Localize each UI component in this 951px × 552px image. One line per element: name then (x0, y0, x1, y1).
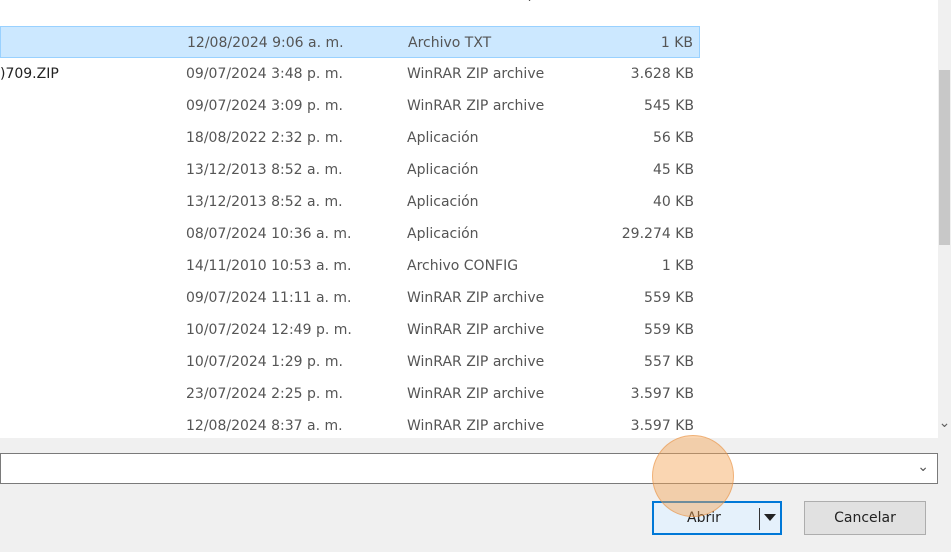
file-row[interactable]: 10/07/2024 12:49 p. m. WinRAR ZIP archiv… (0, 314, 700, 346)
scroll-down-icon[interactable]: ⌄ (938, 412, 951, 434)
file-row[interactable]: 09/07/2024 11:11 a. m. WinRAR ZIP archiv… (0, 282, 700, 314)
size-cell: 1.366 KB (631, 0, 694, 10)
size-cell: 545 KB (644, 98, 694, 114)
type-cell: Archivo CONFIG (407, 258, 519, 274)
click-highlight (652, 435, 734, 517)
split-divider (759, 508, 760, 530)
date-cell: 10/07/2024 12:49 p. m. (186, 322, 352, 338)
type-cell: WinRAR ZIP archive (407, 418, 545, 434)
name-cell: )709.ZIP (0, 66, 59, 82)
file-type-select[interactable]: ⌄ (0, 453, 938, 484)
file-row[interactable]: 08/07/2024 10:36 a. m. Aplicación 29.274… (0, 218, 700, 250)
type-cell: Aplicación (407, 226, 479, 242)
size-cell: 3.597 KB (630, 418, 694, 434)
file-row-partial[interactable]: 21/01/2011 12:12 a. m. Extensión de la a… (0, 0, 700, 10)
date-cell: 10/07/2024 1:29 p. m. (186, 354, 343, 370)
type-cell: WinRAR ZIP archive (407, 354, 545, 370)
type-cell: Aplicación (407, 194, 479, 210)
size-cell: 45 KB (652, 162, 694, 178)
size-cell: 3.597 KB (630, 386, 694, 402)
vertical-scrollbar[interactable]: ⌄ (938, 0, 951, 438)
size-cell: 3.628 KB (630, 66, 694, 82)
date-cell: 09/07/2024 3:09 p. m. (186, 98, 343, 114)
date-cell: 23/07/2024 2:25 p. m. (186, 386, 343, 402)
file-row[interactable]: 18/08/2022 2:32 p. m. Aplicación 56 KB (0, 122, 700, 154)
size-cell: 1 KB (660, 35, 693, 51)
size-cell: 559 KB (644, 290, 694, 306)
file-row[interactable]: 13/12/2013 8:52 a. m. Aplicación 40 KB (0, 186, 700, 218)
file-row[interactable]: 10/07/2024 1:29 p. m. WinRAR ZIP archive… (0, 346, 700, 378)
type-cell: Extensión de la aplic... (407, 0, 565, 10)
size-cell: 56 KB (652, 130, 694, 146)
date-cell: 09/07/2024 3:48 p. m. (186, 66, 343, 82)
date-cell: 18/08/2022 2:32 p. m. (186, 130, 343, 146)
type-cell: WinRAR ZIP archive (407, 290, 545, 306)
date-cell: 14/11/2010 10:53 a. m. (186, 258, 352, 274)
type-cell: WinRAR ZIP archive (407, 66, 545, 82)
dropdown-arrow-icon[interactable] (764, 514, 776, 521)
date-cell: 08/07/2024 10:36 a. m. (186, 226, 352, 242)
file-row[interactable]: 12/08/2024 8:37 a. m. WinRAR ZIP archive… (0, 410, 700, 438)
type-cell: Aplicación (407, 130, 479, 146)
file-list: 21/01/2011 12:12 a. m. Extensión de la a… (0, 0, 940, 438)
dialog-footer: ⌄ Abrir Cancelar (0, 438, 951, 552)
type-cell: Aplicación (407, 162, 479, 178)
size-cell: 557 KB (644, 354, 694, 370)
file-row[interactable]: 13/12/2013 8:52 a. m. Aplicación 45 KB (0, 154, 700, 186)
date-cell: 12/08/2024 9:06 a. m. (187, 35, 344, 51)
file-row[interactable]: 14/11/2010 10:53 a. m. Archivo CONFIG 1 … (0, 250, 700, 282)
size-cell: 40 KB (652, 194, 694, 210)
date-cell: 21/01/2011 12:12 a. m. (186, 0, 352, 10)
file-row[interactable]: )709.ZIP 09/07/2024 3:48 p. m. WinRAR ZI… (0, 58, 700, 90)
date-cell: 13/12/2013 8:52 a. m. (186, 162, 343, 178)
size-cell: 559 KB (644, 322, 694, 338)
file-row[interactable]: 23/07/2024 2:25 p. m. WinRAR ZIP archive… (0, 378, 700, 410)
type-cell: WinRAR ZIP archive (407, 386, 545, 402)
date-cell: 12/08/2024 8:37 a. m. (186, 418, 343, 434)
type-cell: WinRAR ZIP archive (407, 98, 545, 114)
file-row[interactable]: 09/07/2024 3:09 p. m. WinRAR ZIP archive… (0, 90, 700, 122)
cancel-button[interactable]: Cancelar (804, 501, 926, 535)
date-cell: 09/07/2024 11:11 a. m. (186, 290, 352, 306)
date-cell: 13/12/2013 8:52 a. m. (186, 194, 343, 210)
size-cell: 1 KB (661, 258, 694, 274)
type-cell: Archivo TXT (408, 35, 492, 51)
scrollbar-thumb[interactable] (939, 70, 950, 245)
chevron-down-icon[interactable]: ⌄ (917, 459, 929, 475)
type-cell: WinRAR ZIP archive (407, 322, 545, 338)
file-row[interactable]: 12/08/2024 9:06 a. m. Archivo TXT 1 KB (0, 26, 700, 58)
size-cell: 29.274 KB (621, 226, 694, 242)
